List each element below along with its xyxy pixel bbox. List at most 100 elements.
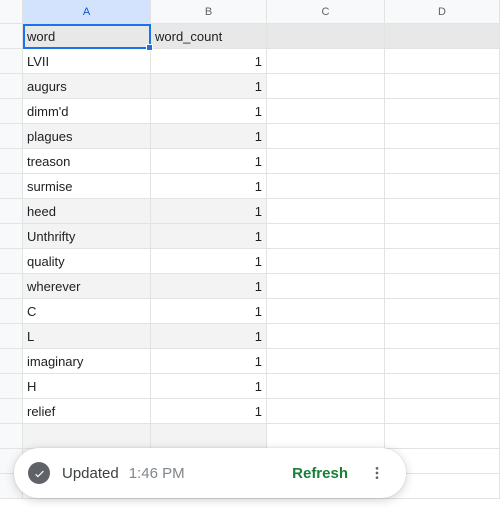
table-row: wherever1 bbox=[0, 274, 500, 299]
cell-B-11[interactable]: 1 bbox=[151, 324, 267, 348]
cell-A-15[interactable] bbox=[23, 424, 151, 448]
cell-D-13[interactable] bbox=[385, 374, 500, 398]
row-header[interactable] bbox=[0, 399, 23, 423]
cell-A-13[interactable]: H bbox=[23, 374, 151, 398]
cell-A-8[interactable]: quality bbox=[23, 249, 151, 273]
cell-B-9[interactable]: 1 bbox=[151, 274, 267, 298]
cell-A-4[interactable]: treason bbox=[23, 149, 151, 173]
cell-A-7[interactable]: Unthrifty bbox=[23, 224, 151, 248]
cell-B-12[interactable]: 1 bbox=[151, 349, 267, 373]
cell-C-7[interactable] bbox=[267, 224, 385, 248]
cell-A-9[interactable]: wherever bbox=[23, 274, 151, 298]
table-row: plagues1 bbox=[0, 124, 500, 149]
table-row: LVII1 bbox=[0, 49, 500, 74]
row-header[interactable] bbox=[0, 149, 23, 173]
cell-B-8[interactable]: 1 bbox=[151, 249, 267, 273]
row-header[interactable] bbox=[0, 249, 23, 273]
row-header[interactable] bbox=[0, 174, 23, 198]
cell-C-8[interactable] bbox=[267, 249, 385, 273]
cell-C-2[interactable] bbox=[267, 99, 385, 123]
cell-B-0[interactable]: 1 bbox=[151, 49, 267, 73]
cell-B-14[interactable]: 1 bbox=[151, 399, 267, 423]
row-header[interactable] bbox=[0, 74, 23, 98]
table-row bbox=[0, 424, 500, 449]
refresh-button[interactable]: Refresh bbox=[282, 459, 358, 488]
cell-A-5[interactable]: surmise bbox=[23, 174, 151, 198]
cell-D-5[interactable] bbox=[385, 174, 500, 198]
cell-D-12[interactable] bbox=[385, 349, 500, 373]
cell-B-4[interactable]: 1 bbox=[151, 149, 267, 173]
cell-C-10[interactable] bbox=[267, 299, 385, 323]
cell-C-0[interactable] bbox=[267, 49, 385, 73]
cell-A-14[interactable]: relief bbox=[23, 399, 151, 423]
row-header[interactable] bbox=[0, 349, 23, 373]
cell-A-1[interactable]: augurs bbox=[23, 74, 151, 98]
status-toast: Updated 1:46 PM Refresh bbox=[14, 448, 406, 498]
cell-B-3[interactable]: 1 bbox=[151, 124, 267, 148]
cell-C-9[interactable] bbox=[267, 274, 385, 298]
cell-B-15[interactable] bbox=[151, 424, 267, 448]
row-header[interactable] bbox=[0, 99, 23, 123]
column-header-B[interactable]: B bbox=[151, 0, 267, 23]
more-options-button[interactable] bbox=[362, 458, 392, 488]
status-label: Updated bbox=[62, 465, 119, 482]
column-header-A[interactable]: A bbox=[23, 0, 151, 23]
cell-C-4[interactable] bbox=[267, 149, 385, 173]
cell-B-5[interactable]: 1 bbox=[151, 174, 267, 198]
cell-A-header[interactable]: word bbox=[23, 24, 151, 48]
cell-B-1[interactable]: 1 bbox=[151, 74, 267, 98]
column-header-C[interactable]: C bbox=[267, 0, 385, 23]
cell-C-6[interactable] bbox=[267, 199, 385, 223]
row-header[interactable] bbox=[0, 24, 23, 48]
cell-C-header[interactable] bbox=[267, 24, 385, 48]
cell-D-8[interactable] bbox=[385, 249, 500, 273]
row-header[interactable] bbox=[0, 324, 23, 348]
cell-D-2[interactable] bbox=[385, 99, 500, 123]
table-row: C1 bbox=[0, 299, 500, 324]
cell-A-3[interactable]: plagues bbox=[23, 124, 151, 148]
row-header[interactable] bbox=[0, 224, 23, 248]
cell-D-6[interactable] bbox=[385, 199, 500, 223]
column-header-D[interactable]: D bbox=[385, 0, 500, 23]
cell-B-6[interactable]: 1 bbox=[151, 199, 267, 223]
cell-B-13[interactable]: 1 bbox=[151, 374, 267, 398]
cell-A-6[interactable]: heed bbox=[23, 199, 151, 223]
cell-D-10[interactable] bbox=[385, 299, 500, 323]
cell-D-1[interactable] bbox=[385, 74, 500, 98]
cell-D-14[interactable] bbox=[385, 399, 500, 423]
cell-A-11[interactable]: L bbox=[23, 324, 151, 348]
cell-B-2[interactable]: 1 bbox=[151, 99, 267, 123]
cell-B-7[interactable]: 1 bbox=[151, 224, 267, 248]
cell-D-15[interactable] bbox=[385, 424, 500, 448]
row-header[interactable] bbox=[0, 124, 23, 148]
select-all-corner[interactable] bbox=[0, 0, 23, 23]
cell-A-2[interactable]: dimm'd bbox=[23, 99, 151, 123]
cell-C-12[interactable] bbox=[267, 349, 385, 373]
row-header[interactable] bbox=[0, 374, 23, 398]
cell-D-11[interactable] bbox=[385, 324, 500, 348]
cell-C-13[interactable] bbox=[267, 374, 385, 398]
cell-D-9[interactable] bbox=[385, 274, 500, 298]
cell-C-14[interactable] bbox=[267, 399, 385, 423]
row-header[interactable] bbox=[0, 424, 23, 448]
row-header[interactable] bbox=[0, 274, 23, 298]
cell-A-10[interactable]: C bbox=[23, 299, 151, 323]
cell-C-11[interactable] bbox=[267, 324, 385, 348]
row-header[interactable] bbox=[0, 49, 23, 73]
cell-D-4[interactable] bbox=[385, 149, 500, 173]
cell-B-header[interactable]: word_count bbox=[151, 24, 267, 48]
cell-C-3[interactable] bbox=[267, 124, 385, 148]
cell-A-12[interactable]: imaginary bbox=[23, 349, 151, 373]
cell-D-0[interactable] bbox=[385, 49, 500, 73]
row-header[interactable] bbox=[0, 199, 23, 223]
cell-D-3[interactable] bbox=[385, 124, 500, 148]
cell-D-7[interactable] bbox=[385, 224, 500, 248]
row-header[interactable] bbox=[0, 299, 23, 323]
cell-A-0[interactable]: LVII bbox=[23, 49, 151, 73]
cell-B-10[interactable]: 1 bbox=[151, 299, 267, 323]
cell-C-5[interactable] bbox=[267, 174, 385, 198]
cell-D-header[interactable] bbox=[385, 24, 500, 48]
cell-C-15[interactable] bbox=[267, 424, 385, 448]
cell-C-1[interactable] bbox=[267, 74, 385, 98]
table-row: quality1 bbox=[0, 249, 500, 274]
